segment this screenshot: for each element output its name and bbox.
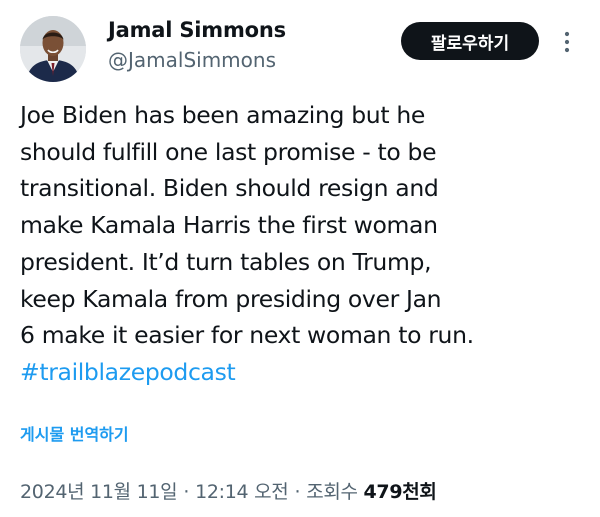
tweet-text-line: should fulfill one last promise - to be (20, 137, 437, 166)
tweet-text: Joe Biden has been amazing but he should… (20, 97, 588, 391)
views-count[interactable]: 479천회 (363, 481, 436, 503)
tweet-metadata: 2024년 11월 11일 · 12:14 오전 · 조회수 479천회 (20, 478, 437, 506)
tweet-text-line: transitional. Biden should resign and (20, 174, 439, 203)
display-name[interactable]: Jamal Simmons (108, 16, 286, 44)
tweet-text-line: 6 make it easier for next woman to run. (20, 321, 474, 350)
more-options-button[interactable] (560, 30, 574, 54)
tweet-text-line: Joe Biden has been amazing but he (20, 101, 425, 129)
tweet-header: Jamal Simmons @JamalSimmons 팔로우하기 (20, 14, 580, 82)
post-date[interactable]: 2024년 11월 11일 (20, 481, 178, 503)
views-label: 조회수 (306, 481, 358, 503)
translate-post-link[interactable]: 게시물 번역하기 (20, 424, 129, 446)
more-vertical-icon (564, 31, 570, 53)
user-handle[interactable]: @JamalSimmons (108, 46, 286, 74)
meta-separator: · (183, 481, 190, 503)
tweet-text-line: president. It’d turn tables on Trump, (20, 247, 432, 276)
meta-separator: · (294, 481, 301, 503)
author-identity: Jamal Simmons @JamalSimmons (108, 16, 286, 74)
avatar-image (20, 16, 86, 82)
post-time[interactable]: 12:14 오전 (195, 481, 289, 503)
hashtag-link[interactable]: #trailblazepodcast (20, 358, 236, 386)
avatar[interactable] (20, 16, 86, 82)
tweet-card: Jamal Simmons @JamalSimmons 팔로우하기 Joe Bi… (0, 0, 600, 517)
follow-button[interactable]: 팔로우하기 (401, 22, 539, 60)
tweet-text-line: keep Kamala from presiding over Jan (20, 284, 442, 313)
tweet-text-line: make Kamala Harris the first woman (20, 211, 438, 240)
